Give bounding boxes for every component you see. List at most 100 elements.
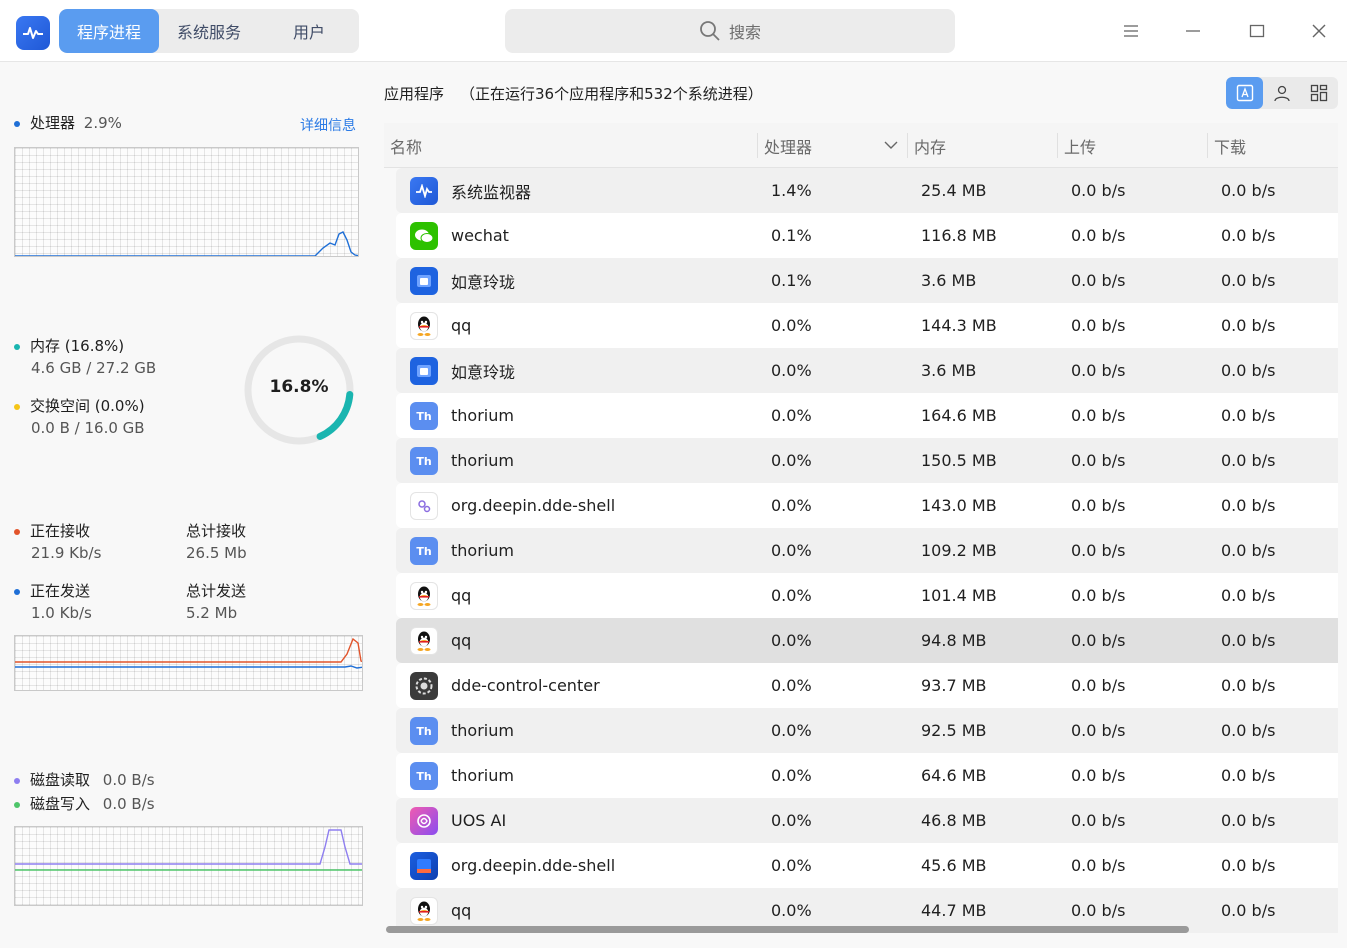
process-download: 0.0 b/s	[1221, 631, 1276, 650]
thorium-icon: Th	[410, 447, 438, 475]
table-row[interactable]: Th thorium 0.0% 150.5 MB 0.0 b/s 0.0 b/s	[396, 438, 1338, 483]
qq-icon	[410, 897, 438, 925]
column-separator	[1207, 133, 1208, 158]
search-input[interactable]: 搜索	[505, 9, 955, 53]
table-row[interactable]: Th thorium 0.0% 92.5 MB 0.0 b/s 0.0 b/s	[396, 708, 1338, 753]
maximize-button[interactable]	[1240, 14, 1274, 48]
details-link[interactable]: 详细信息	[300, 115, 356, 135]
qq-icon	[410, 582, 438, 610]
process-download: 0.0 b/s	[1221, 541, 1276, 560]
disk-graph	[14, 826, 363, 906]
process-name: 如意玲珑	[451, 362, 516, 382]
process-upload: 0.0 b/s	[1071, 811, 1126, 830]
process-memory: 150.5 MB	[921, 451, 997, 470]
process-download: 0.0 b/s	[1221, 811, 1276, 830]
table-row[interactable]: qq 0.0% 101.4 MB 0.0 b/s 0.0 b/s	[396, 573, 1338, 618]
column-name[interactable]: 名称	[390, 123, 750, 168]
table-row[interactable]: org.deepin.dde-shell 0.0% 45.6 MB 0.0 b/s 0.…	[396, 843, 1338, 888]
process-memory: 46.8 MB	[921, 811, 987, 830]
table-row[interactable]: org.deepin.dde-shell 0.0% 143.0 MB 0.0 b/s 0…	[396, 483, 1338, 528]
net-receiving-label-group: 正在接收	[14, 520, 90, 541]
column-cpu[interactable]: 处理器	[764, 123, 904, 168]
swap-detail: 0.0 B / 16.0 GB	[31, 419, 145, 437]
process-count-note: （正在运行36个应用程序和532个系统进程）	[460, 85, 763, 103]
table-row[interactable]: Th thorium 0.0% 109.2 MB 0.0 b/s 0.0 b/s	[396, 528, 1338, 573]
column-cpu-label: 处理器	[764, 137, 813, 157]
disk-write-label: 磁盘写入	[30, 795, 91, 813]
process-download: 0.0 b/s	[1221, 586, 1276, 605]
process-upload: 0.0 b/s	[1071, 766, 1126, 785]
thorium-icon: Th	[410, 402, 438, 430]
menu-button[interactable]	[1114, 14, 1148, 48]
cpu-label: 处理器	[30, 114, 76, 132]
horizontal-scrollbar[interactable]	[386, 926, 1189, 933]
process-upload: 0.0 b/s	[1071, 541, 1126, 560]
process-upload: 0.0 b/s	[1071, 586, 1126, 605]
resource-sidebar: 处理器 2.9% 详细信息 内存 (16.8%) 4.6 GB / 27.2 G…	[0, 63, 372, 948]
process-cpu: 0.0%	[771, 496, 812, 515]
column-separator	[907, 133, 908, 158]
search-icon	[700, 21, 720, 41]
cpu-graph	[14, 147, 359, 257]
process-memory: 101.4 MB	[921, 586, 997, 605]
table-row[interactable]: wechat 0.1% 116.8 MB 0.0 b/s 0.0 b/s	[396, 213, 1338, 258]
all-processes-filter-icon	[1310, 84, 1327, 102]
process-memory: 45.6 MB	[921, 856, 987, 875]
process-upload: 0.0 b/s	[1071, 316, 1126, 335]
filter-apps-button[interactable]	[1226, 77, 1263, 109]
process-name: UOS AI	[451, 811, 507, 830]
process-download: 0.0 b/s	[1221, 451, 1276, 470]
process-upload: 0.0 b/s	[1071, 226, 1126, 245]
column-download[interactable]: 下载	[1214, 123, 1334, 168]
view-filter-group	[1226, 77, 1338, 109]
process-download: 0.0 b/s	[1221, 316, 1276, 335]
column-memory[interactable]: 内存	[914, 123, 1054, 168]
network-graph	[14, 635, 363, 691]
disk-read-value: 0.0 B/s	[102, 771, 155, 789]
process-download: 0.0 b/s	[1221, 766, 1276, 785]
maximize-icon	[1249, 24, 1265, 38]
memory-ring-gauge: 16.8%	[242, 333, 356, 447]
process-download: 0.0 b/s	[1221, 721, 1276, 740]
filter-all-processes-button[interactable]	[1300, 77, 1337, 109]
process-upload: 0.0 b/s	[1071, 361, 1126, 380]
table-row[interactable]: Th thorium 0.0% 164.6 MB 0.0 b/s 0.0 b/s	[396, 393, 1338, 438]
ruyi-icon	[410, 357, 438, 385]
process-name: thorium	[451, 721, 514, 740]
table-row[interactable]: 如意玲珑 0.0% 3.6 MB 0.0 b/s 0.0 b/s	[396, 348, 1338, 393]
disk-read-label-group: 磁盘读取 0.0 B/s	[14, 769, 155, 790]
qq-icon	[410, 627, 438, 655]
process-name: qq	[451, 586, 472, 605]
table-row[interactable]: Th thorium 0.0% 64.6 MB 0.0 b/s 0.0 b/s	[396, 753, 1338, 798]
table-row[interactable]: dde-control-center 0.0% 93.7 MB 0.0 b/s 0.0 …	[396, 663, 1338, 708]
filter-my-processes-button[interactable]	[1263, 77, 1300, 109]
swap-legend-dot	[14, 403, 20, 410]
menu-icon	[1124, 25, 1138, 37]
process-cpu: 0.0%	[771, 586, 812, 605]
net-sending-label: 正在发送	[30, 582, 91, 600]
close-icon	[1312, 24, 1326, 38]
column-upload[interactable]: 上传	[1064, 123, 1204, 168]
process-cpu: 0.0%	[771, 316, 812, 335]
tab-users[interactable]: 用户	[259, 9, 359, 53]
table-row[interactable]: 系统监视器 1.4% 25.4 MB 0.0 b/s 0.0 b/s	[396, 168, 1338, 213]
disk-read-dot	[14, 777, 20, 784]
process-memory: 164.6 MB	[921, 406, 997, 425]
cpu-legend-dot	[14, 120, 20, 127]
sort-descending-icon	[884, 141, 898, 149]
tab-processes[interactable]: 程序进程	[59, 9, 159, 53]
apps-filter-icon	[1236, 84, 1253, 102]
memory-label: 内存 (16.8%)	[30, 337, 125, 355]
tab-services[interactable]: 系统服务	[159, 9, 259, 53]
net-total-received-label: 总计接收	[186, 522, 247, 540]
process-download: 0.0 b/s	[1221, 406, 1276, 425]
table-row[interactable]: 如意玲珑 0.1% 3.6 MB 0.0 b/s 0.0 b/s	[396, 258, 1338, 303]
minimize-button[interactable]	[1176, 14, 1210, 48]
table-row[interactable]: qq 0.0% 94.8 MB 0.0 b/s 0.0 b/s	[396, 618, 1338, 663]
table-row[interactable]: qq 0.0% 144.3 MB 0.0 b/s 0.0 b/s	[396, 303, 1338, 348]
process-memory: 144.3 MB	[921, 316, 997, 335]
process-upload: 0.0 b/s	[1071, 496, 1126, 515]
close-button[interactable]	[1302, 14, 1336, 48]
table-row[interactable]: UOS AI 0.0% 46.8 MB 0.0 b/s 0.0 b/s	[396, 798, 1338, 843]
panel-heading: 应用程序 （正在运行36个应用程序和532个系统进程）	[384, 83, 763, 104]
